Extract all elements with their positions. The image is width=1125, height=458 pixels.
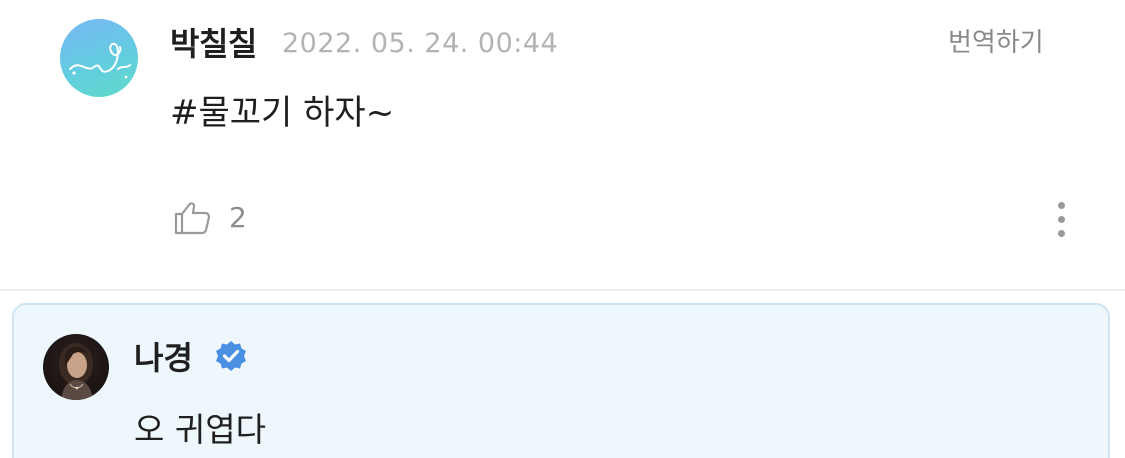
commenter-avatar[interactable] (60, 19, 138, 97)
more-dot (1058, 202, 1065, 209)
like-count: 2 (229, 201, 247, 234)
divider (0, 289, 1125, 291)
reply-body: 오 귀엽다 (134, 410, 266, 449)
like-button[interactable] (172, 197, 212, 237)
commenter-name[interactable]: 박칠칠 (170, 22, 257, 66)
translate-button[interactable]: 번역하기 (948, 26, 1044, 60)
thumbs-up-icon (174, 202, 211, 235)
comment-body: #물꼬기 하자~ (170, 93, 395, 133)
heart-doodle-icon (69, 42, 131, 79)
comment-thread: 박칠칠 2022. 05. 24. 00:44 번역하기 #물꼬기 하자~ 2 … (0, 0, 1125, 458)
profile-photo (59, 343, 93, 400)
more-dot (1058, 230, 1065, 237)
reply-card: 나경 오 귀엽다 (12, 303, 1110, 458)
verified-badge-icon (213, 338, 249, 374)
more-dot (1058, 216, 1065, 223)
reply-author-name[interactable]: 나경 (134, 336, 193, 380)
more-options-button[interactable] (1046, 199, 1076, 241)
reply-author-avatar[interactable] (43, 334, 109, 400)
comment-timestamp: 2022. 05. 24. 00:44 (282, 28, 559, 59)
